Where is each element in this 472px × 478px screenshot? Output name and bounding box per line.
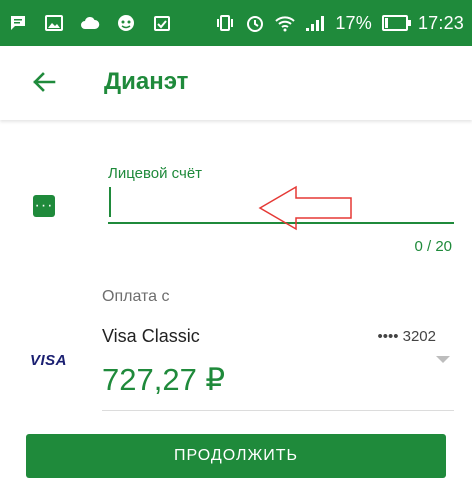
battery-level [384, 18, 388, 28]
status-bar: 17% 17:23 [0, 0, 472, 46]
payment-source-label: Оплата с [102, 288, 170, 305]
page-title: Дианэт [104, 68, 189, 95]
card-balance[interactable]: 727,27 ₽ [102, 362, 225, 398]
image-icon [45, 15, 63, 31]
annotation-arrow-icon [258, 185, 352, 231]
clipboard-check-icon [154, 16, 170, 31]
vibrate-icon [217, 15, 234, 31]
card-divider [102, 410, 454, 411]
wifi-icon [275, 16, 296, 32]
text-cursor [109, 187, 111, 217]
dots-icon: ··· [34, 197, 54, 214]
account-field-icon: ··· [33, 195, 55, 217]
card-name[interactable]: Visa Classic [102, 326, 200, 347]
signal-icon [306, 16, 325, 31]
cloud-icon [81, 16, 100, 29]
continue-button[interactable]: ПРОДОЛЖИТЬ [26, 434, 446, 478]
visa-logo-text: VISA [30, 352, 68, 369]
app-badge-icon [118, 15, 134, 31]
back-arrow-icon[interactable] [28, 66, 60, 98]
visa-logo: VISA [30, 352, 67, 369]
chat-icon [11, 16, 25, 30]
dropdown-caret-icon[interactable] [436, 356, 450, 363]
notification-icons [8, 10, 172, 36]
battery-percent: 17% [335, 12, 372, 33]
system-status-icons: 17% 17:23 [215, 10, 464, 36]
clock: 17:23 [417, 12, 464, 33]
app-bar: Дианэт [0, 46, 472, 120]
character-counter: 0 / 20 [414, 238, 452, 255]
battery-icon [381, 15, 411, 31]
alarm-icon [247, 16, 264, 32]
account-field-label: Лицевой счёт [108, 165, 203, 182]
card-number-mask: •••• 3202 [377, 328, 436, 345]
